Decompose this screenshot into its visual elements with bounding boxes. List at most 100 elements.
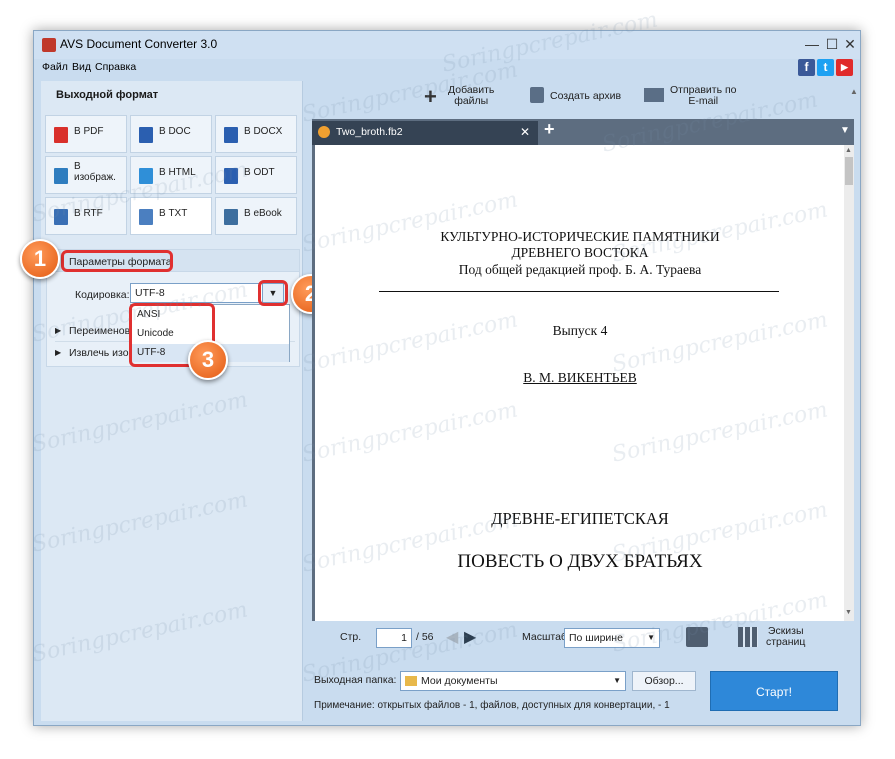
format-label: В DOCX xyxy=(244,126,283,137)
doc-author-text: В. М. ВИКЕНТЬЕВ xyxy=(523,370,637,385)
zoom-select[interactable]: По ширине ▼ xyxy=(564,628,660,648)
start-button[interactable]: Старт! xyxy=(710,671,838,711)
format-label: В HTML xyxy=(159,167,196,178)
expand-arrow-icon: ▶ xyxy=(55,348,62,357)
scroll-thumb[interactable] xyxy=(845,157,853,185)
doc-rule xyxy=(379,291,779,292)
expand-arrow-icon: ▶ xyxy=(55,326,62,335)
encoding-label: Кодировка: xyxy=(75,289,130,301)
add-tab-icon[interactable]: + xyxy=(544,119,555,140)
page-total: / 56 xyxy=(416,631,434,643)
thumbnails-label[interactable]: Эскизы страниц xyxy=(766,626,805,648)
add-files-label: Добавить файлы xyxy=(448,84,495,107)
format-label: В RTF xyxy=(74,208,103,219)
fb2-file-icon xyxy=(318,126,330,138)
format-label: В TXT xyxy=(159,208,188,219)
close-button[interactable]: ✕ xyxy=(840,35,860,53)
folder-dropdown-arrow-icon: ▼ xyxy=(613,676,621,685)
doc-heading-2: ПОВЕСТЬ О ДВУХ БРАТЬЯХ xyxy=(457,551,703,572)
format-button-rtf[interactable]: В RTF xyxy=(45,197,127,235)
image-icon xyxy=(54,168,68,184)
encoding-value: UTF-8 xyxy=(135,287,165,299)
odt-icon xyxy=(224,168,238,184)
docx-icon xyxy=(224,127,238,143)
facebook-icon[interactable]: f xyxy=(798,59,815,76)
output-folder-select[interactable]: Мои документы ▼ xyxy=(400,671,626,691)
send-email-button[interactable]: Отправить по E-mail xyxy=(644,85,754,111)
format-button-ebook[interactable]: В eBook xyxy=(215,197,297,235)
format-button-txt[interactable]: В TXT xyxy=(130,197,212,235)
app-window: AVS Document Converter 3.0 — ☐ ✕ Файл Ви… xyxy=(20,30,861,726)
doc-author: В. М. ВИКЕНТЬЕВ xyxy=(315,370,845,386)
pdf-icon xyxy=(54,127,68,143)
zoom-dropdown-arrow-icon: ▼ xyxy=(647,633,655,642)
create-archive-label: Создать архив xyxy=(550,90,622,102)
format-button-doc[interactable]: В DOC xyxy=(130,115,212,153)
twitter-icon[interactable]: t xyxy=(817,59,834,76)
output-format-title: Выходной формат xyxy=(56,89,159,101)
doc-heading-1: ДРЕВНЕ-ЕГИПЕТСКАЯ xyxy=(491,509,669,528)
tab-bar: Two_broth.fb2 ✕ + ▼ xyxy=(312,119,854,145)
format-label: В ODT xyxy=(244,167,275,178)
window-title: AVS Document Converter 3.0 xyxy=(60,37,218,51)
add-files-button[interactable]: + Добавить файлы xyxy=(424,84,514,111)
menu-file[interactable]: Файл xyxy=(42,61,68,73)
archive-icon xyxy=(530,87,544,103)
output-folder-label: Выходная папка: xyxy=(314,674,397,686)
format-button-image[interactable]: В изображ. xyxy=(45,156,127,194)
toolbar-scroll-up-icon[interactable]: ▲ xyxy=(850,87,860,101)
menu-view[interactable]: Вид xyxy=(72,61,91,73)
create-archive-button[interactable]: Создать архив xyxy=(530,85,634,109)
maximize-button[interactable]: ☐ xyxy=(822,35,842,53)
prev-page-icon[interactable]: ◀ xyxy=(446,627,458,647)
format-button-docx[interactable]: В DOCX xyxy=(215,115,297,153)
page-label: Стр. xyxy=(340,631,362,643)
folder-icon xyxy=(405,676,417,686)
highlight-ring-arrow xyxy=(258,280,288,306)
app-logo-icon xyxy=(42,38,56,52)
format-button-html[interactable]: В HTML xyxy=(130,156,212,194)
format-label: В eBook xyxy=(244,208,282,219)
doc-icon xyxy=(139,127,153,143)
printer-icon[interactable] xyxy=(686,627,708,647)
navigation-bar: Стр. 1 / 56 ◀ ▶ Масштаб По ширине ▼ Эски… xyxy=(304,625,860,651)
format-label: В DOC xyxy=(159,126,191,137)
minimize-button[interactable]: — xyxy=(802,35,822,53)
status-note: Примечание: открытых файлов - 1, файлов,… xyxy=(314,700,670,711)
doc-line-1: КУЛЬТУРНО-ИСТОРИЧЕСКИЕ ПАМЯТНИКИ xyxy=(440,229,720,244)
tab-label: Two_broth.fb2 xyxy=(336,126,403,138)
scroll-up-icon[interactable]: ▲ xyxy=(845,147,852,154)
page-current: 1 xyxy=(401,632,407,644)
plus-icon: + xyxy=(424,84,437,109)
title-bar: AVS Document Converter 3.0 — ☐ ✕ xyxy=(34,31,860,59)
document-scrollbar[interactable]: ▲ ▼ xyxy=(844,145,854,621)
rtf-icon xyxy=(54,209,68,225)
format-label: В PDF xyxy=(74,126,104,137)
tab-close-icon[interactable]: ✕ xyxy=(520,125,530,139)
doc-line-3: Под общей редакцией проф. Б. А. Тураева xyxy=(458,262,702,277)
send-email-label: Отправить по E-mail xyxy=(670,84,737,107)
youtube-icon[interactable]: ▶ xyxy=(836,59,853,76)
envelope-icon xyxy=(644,88,664,102)
scroll-down-icon[interactable]: ▼ xyxy=(845,609,852,616)
zoom-label: Масштаб xyxy=(522,631,567,643)
html-icon xyxy=(139,168,153,184)
format-button-pdf[interactable]: В PDF xyxy=(45,115,127,153)
tab-two-broth[interactable]: Two_broth.fb2 ✕ xyxy=(312,121,538,145)
zoom-value: По ширине xyxy=(569,632,623,644)
txt-icon xyxy=(139,209,153,225)
tab-menu-icon[interactable]: ▼ xyxy=(840,125,850,136)
extract-images-label: Извлечь изоб xyxy=(69,347,135,359)
step-badge-3: 3 xyxy=(188,340,228,380)
output-folder-value: Мои документы xyxy=(421,675,498,687)
menu-bar: Файл Вид Справка xyxy=(34,59,860,77)
browse-button[interactable]: Обзор... xyxy=(632,671,696,691)
main-toolbar: + Добавить файлы Создать архив Отправить… xyxy=(304,81,860,111)
thumbnails-icon[interactable] xyxy=(738,627,758,647)
rename-label: Переименова xyxy=(69,325,136,337)
menu-help[interactable]: Справка xyxy=(95,61,136,73)
format-button-odt[interactable]: В ODT xyxy=(215,156,297,194)
next-page-icon[interactable]: ▶ xyxy=(464,627,476,647)
highlight-ring-params xyxy=(61,250,173,272)
page-input[interactable]: 1 xyxy=(376,628,412,648)
